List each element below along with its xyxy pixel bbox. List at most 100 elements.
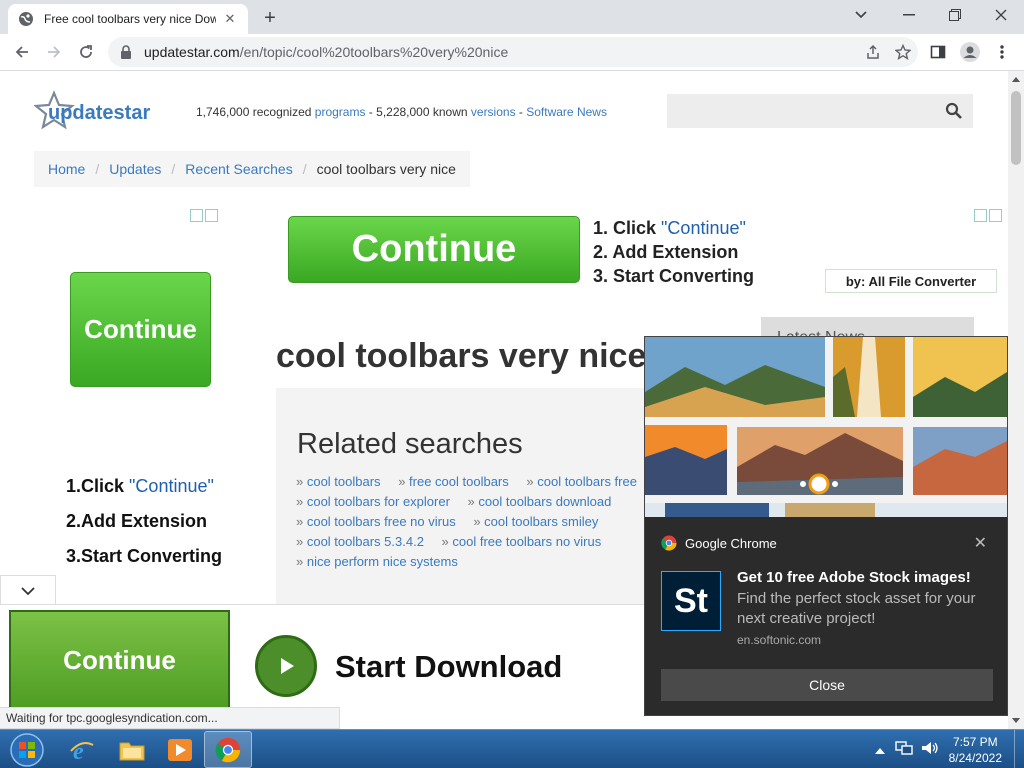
lock-icon[interactable] (120, 45, 134, 59)
breadcrumb-home[interactable]: Home (48, 161, 85, 177)
show-hidden-icons-icon[interactable] (874, 743, 885, 757)
notification-close-button[interactable]: Close (661, 669, 993, 701)
adchoices-icon[interactable] (188, 208, 218, 222)
programs-count: 1,746,000 recognized (196, 105, 312, 119)
minimize-button[interactable] (886, 0, 932, 30)
side-ad-step: 3.Start Converting (66, 539, 222, 574)
breadcrumb-separator: / (95, 161, 100, 177)
browser-toolbar: updatestar.com/en/topic/cool%20toolbars%… (0, 34, 1024, 71)
restore-button[interactable] (932, 0, 978, 30)
side-ad-continue-button[interactable]: Continue (70, 272, 211, 387)
scroll-up-arrow-icon[interactable] (1012, 77, 1020, 82)
breadcrumb-updates[interactable]: Updates (109, 161, 161, 177)
side-ad-step-text: 1.Click (66, 476, 130, 496)
scrollbar-thumb[interactable] (1011, 91, 1021, 165)
breadcrumb: Home / Updates / Recent Searches / cool … (34, 151, 470, 187)
related-searches-list: cool toolbars free cool toolbars cool to… (296, 472, 651, 572)
chrome-taskbar-icon[interactable] (204, 731, 252, 768)
reload-icon[interactable] (72, 38, 100, 66)
logo-text: updatestar (48, 102, 150, 124)
side-panel-icon[interactable] (924, 38, 952, 66)
bottom-ad-continue-button[interactable]: Continue (9, 610, 230, 710)
related-searches-title: Related searches (297, 428, 523, 460)
versions-count: 5,228,000 known (376, 105, 468, 119)
share-icon[interactable] (858, 37, 888, 67)
software-news-link[interactable]: Software News (526, 105, 607, 119)
back-arrow-icon[interactable] (8, 38, 36, 66)
breadcrumb-separator: / (302, 161, 307, 177)
clock-time: 7:57 PM (952, 734, 998, 749)
close-window-button[interactable] (978, 0, 1024, 30)
tab-search-icon[interactable] (838, 0, 884, 30)
ad-continue-button[interactable]: Continue (288, 216, 580, 283)
page-scrollbar[interactable] (1008, 71, 1024, 729)
profile-avatar-icon[interactable] (956, 38, 984, 66)
notification-source: en.softonic.com (737, 633, 822, 647)
ad-step-text: 2. Add Extension (593, 242, 739, 262)
play-icon[interactable] (255, 635, 317, 697)
adchoices-icon[interactable] (972, 208, 1002, 222)
more-menu-icon[interactable] (988, 38, 1016, 66)
related-link[interactable]: cool toolbars 5.3.4.2 (296, 534, 424, 549)
versions-link[interactable]: versions (471, 105, 516, 119)
related-link[interactable]: cool toolbars (296, 474, 381, 489)
related-link[interactable]: cool toolbars smiley (473, 514, 598, 529)
ad-by-label[interactable]: by: All File Converter (825, 269, 997, 293)
notification-app-name: Google Chrome (685, 535, 777, 551)
adobe-stock-icon: St (661, 571, 721, 631)
file-explorer-icon[interactable] (108, 731, 156, 768)
bookmark-star-icon[interactable] (888, 37, 918, 67)
side-ad-step-text: 3.Start Converting (66, 546, 223, 566)
media-player-icon[interactable] (156, 731, 204, 768)
related-link[interactable]: cool toolbars for explorer (296, 494, 450, 509)
related-row: cool toolbars free no virus cool toolbar… (296, 512, 651, 532)
site-search-input[interactable] (667, 94, 973, 128)
url-host: updatestar.com (144, 44, 240, 60)
related-link[interactable]: cool toolbars free (526, 474, 637, 489)
start-download-label[interactable]: Start Download (335, 649, 562, 685)
address-bar[interactable]: updatestar.com/en/topic/cool%20toolbars%… (108, 37, 918, 67)
site-stats: 1,746,000 recognized programs - 5,228,00… (196, 105, 607, 119)
ad-step-text: 3. Start Converting (593, 266, 755, 286)
url-text[interactable]: updatestar.com/en/topic/cool%20toolbars%… (144, 44, 858, 60)
ad-step-highlight: "Continue" (661, 218, 746, 238)
show-desktop-button[interactable] (1014, 730, 1024, 768)
notification-body: Find the perfect stock asset for your ne… (737, 590, 976, 627)
notification-app-row: Google Chrome (661, 535, 777, 551)
related-row: nice perform nice systems (296, 552, 651, 572)
scroll-down-arrow-icon[interactable] (1012, 718, 1020, 723)
forward-arrow-icon[interactable] (40, 38, 68, 66)
updatestar-logo[interactable]: updatestar (33, 89, 164, 135)
new-tab-button[interactable]: + (258, 6, 282, 30)
status-bar: Waiting for tpc.googlesyndication.com... (0, 707, 340, 729)
browser-tab[interactable]: Free cool toolbars very nice Dow ✕ (8, 4, 248, 34)
volume-icon[interactable] (921, 740, 939, 759)
page-title: cool toolbars very nice (276, 337, 647, 375)
clock-date: 8/24/2022 (948, 750, 1002, 765)
search-icon[interactable] (945, 102, 963, 120)
internet-explorer-icon[interactable]: e (58, 731, 106, 768)
related-link[interactable]: free cool toolbars (398, 474, 509, 489)
chrome-notification: Google Chrome ✕ St Get 10 free Adobe Sto… (644, 336, 1008, 716)
side-ad-step-text: 2.Add Extension (66, 511, 208, 531)
stats-separator: - (515, 105, 527, 119)
network-icon[interactable] (894, 740, 913, 759)
taskbar-clock[interactable]: 7:57 PM 8/24/2022 (949, 734, 1002, 766)
start-button[interactable] (2, 731, 52, 768)
side-ad-step: 1.Click "Continue" (66, 469, 222, 504)
tab-close-icon[interactable]: ✕ (222, 11, 238, 27)
breadcrumb-separator: / (171, 161, 176, 177)
ad-step: 2. Add Extension (593, 240, 754, 264)
chevron-down-icon (21, 586, 35, 595)
related-link[interactable]: nice perform nice systems (296, 554, 458, 569)
browser-tab-strip: Free cool toolbars very nice Dow ✕ + (0, 0, 1024, 34)
breadcrumb-current: cool toolbars very nice (316, 161, 456, 177)
programs-link[interactable]: programs (315, 105, 366, 119)
notification-close-icon[interactable]: ✕ (974, 533, 987, 553)
related-link[interactable]: cool toolbars free no virus (296, 514, 456, 529)
related-link[interactable]: cool free toolbars no virus (442, 534, 602, 549)
related-link[interactable]: cool toolbars download (468, 494, 612, 509)
breadcrumb-recent-searches[interactable]: Recent Searches (185, 161, 292, 177)
system-tray: 7:57 PM 8/24/2022 (874, 730, 1024, 768)
ad-collapse-button[interactable] (0, 575, 56, 605)
